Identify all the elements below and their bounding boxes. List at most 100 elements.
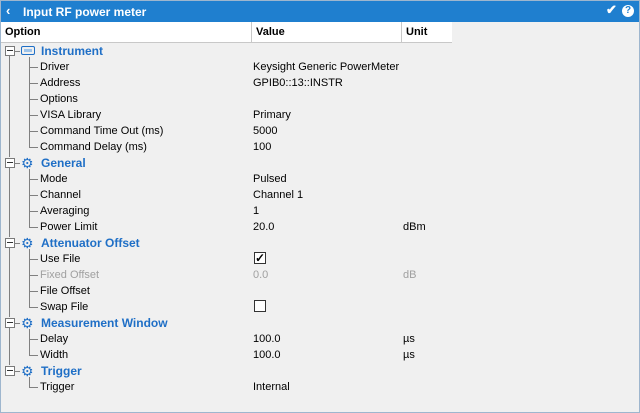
- property-row-mode[interactable]: Mode Pulsed: [1, 171, 452, 187]
- tree-line: [29, 355, 38, 356]
- gear-icon: ⚙: [21, 363, 34, 379]
- property-row-width[interactable]: Width 100.0 µs: [1, 347, 452, 363]
- value-field-driver[interactable]: Keysight Generic PowerMeter: [253, 59, 399, 75]
- tree-line: [29, 115, 38, 116]
- property-label: Mode: [40, 173, 68, 185]
- tree-line: [29, 99, 38, 100]
- property-row-power-limit[interactable]: Power Limit 20.0 dBm: [1, 219, 452, 235]
- tree-line: [29, 329, 30, 355]
- group-row-general[interactable]: ⚙ General: [1, 155, 452, 171]
- unit-label: µs: [403, 349, 415, 361]
- property-row-swap-file[interactable]: Swap File: [1, 299, 452, 315]
- tree-line: [29, 83, 38, 84]
- gear-icon: ⚙: [21, 315, 34, 331]
- property-label: Options: [40, 93, 78, 105]
- group-label: Trigger: [41, 364, 82, 378]
- property-label: Delay: [40, 333, 69, 345]
- property-row-averaging[interactable]: Averaging 1: [1, 203, 452, 219]
- property-label: Channel: [40, 189, 81, 201]
- value-field-delay[interactable]: 100.0: [253, 331, 281, 347]
- tree-line: [29, 179, 38, 180]
- tree-line: [29, 291, 38, 292]
- tree-line: [29, 227, 38, 228]
- property-row-fixed-offset[interactable]: Fixed Offset 0.0 dB: [1, 267, 452, 283]
- tree-line: [14, 371, 20, 372]
- tree-line: [29, 147, 38, 148]
- value-field-visa-library[interactable]: Primary: [253, 107, 291, 123]
- property-grid: Instrument Driver Keysight Generic PowerMe…: [1, 43, 639, 403]
- value-field-averaging[interactable]: 1: [253, 203, 259, 219]
- property-window: ‹ Input RF power meter ✔ ? Option Value …: [0, 0, 640, 413]
- tree-line: [14, 323, 20, 324]
- property-label: Width: [40, 349, 69, 361]
- property-row-file-offset[interactable]: File Offset: [1, 283, 452, 299]
- group-row-attenuator-offset[interactable]: ⚙ Attenuator Offset: [1, 235, 452, 251]
- tree-line: [29, 67, 38, 68]
- group-label: Measurement Window: [41, 316, 168, 330]
- tree-line: [29, 211, 38, 212]
- value-field-channel[interactable]: Channel 1: [253, 187, 303, 203]
- property-row-driver[interactable]: Driver Keysight Generic PowerMeter: [1, 59, 452, 75]
- tree-line: [9, 168, 10, 237]
- checkbox-swap-file[interactable]: [254, 300, 266, 312]
- tree-line: [9, 248, 10, 317]
- property-label: Command Delay (ms): [40, 141, 147, 153]
- column-value[interactable]: Value: [252, 22, 401, 42]
- instrument-icon: [21, 46, 35, 55]
- tree-line: [29, 195, 38, 196]
- check-icon[interactable]: ✔: [606, 2, 617, 18]
- tree-line: [29, 387, 38, 388]
- group-label: General: [41, 156, 86, 170]
- tree-line: [29, 307, 38, 308]
- tree-line: [9, 56, 10, 157]
- property-row-use-file[interactable]: Use File: [1, 250, 452, 267]
- property-label: Driver: [40, 61, 70, 73]
- title-bar: ‹ Input RF power meter ✔ ?: [1, 1, 639, 22]
- value-field-width[interactable]: 100.0: [253, 347, 281, 363]
- column-option[interactable]: Option: [1, 22, 251, 42]
- unit-label: µs: [403, 333, 415, 345]
- value-field-address[interactable]: GPIB0::13::INSTR: [253, 75, 343, 91]
- value-field-fixed-offset: 0.0: [253, 269, 269, 281]
- help-icon[interactable]: ?: [622, 5, 634, 17]
- property-row-command-time-out-ms[interactable]: Command Time Out (ms) 5000: [1, 123, 452, 139]
- property-row-command-delay-ms[interactable]: Command Delay (ms) 100: [1, 139, 452, 155]
- column-header: Option Value Unit: [1, 22, 452, 43]
- column-unit[interactable]: Unit: [402, 22, 452, 42]
- property-row-address[interactable]: Address GPIB0::13::INSTR: [1, 75, 452, 91]
- value-field-power-limit[interactable]: 20.0: [253, 219, 274, 235]
- unit-label: dBm: [403, 221, 426, 233]
- group-row-measurement-window[interactable]: ⚙ Measurement Window: [1, 315, 452, 331]
- tree-line: [29, 131, 38, 132]
- property-label: VISA Library: [40, 109, 102, 121]
- property-label: Use File: [40, 253, 81, 265]
- tree-line: [29, 339, 38, 340]
- gear-icon: ⚙: [21, 235, 34, 251]
- tree-line: [9, 328, 10, 365]
- property-row-channel[interactable]: Channel Channel 1: [1, 187, 452, 203]
- property-label: Trigger: [40, 381, 75, 393]
- property-row-visa-library[interactable]: VISA Library Primary: [1, 107, 452, 123]
- checkbox-use-file[interactable]: [254, 250, 266, 266]
- property-row-options[interactable]: Options: [1, 91, 452, 107]
- property-label: Address: [40, 77, 81, 89]
- property-row-delay[interactable]: Delay 100.0 µs: [1, 331, 452, 347]
- back-arrow-icon[interactable]: ‹: [6, 3, 10, 18]
- tree-line: [29, 169, 30, 227]
- group-row-instrument[interactable]: Instrument: [1, 43, 452, 59]
- gear-icon: ⚙: [21, 155, 34, 171]
- value-field-trigger[interactable]: Internal: [253, 379, 290, 395]
- value-field-command-time-out-ms[interactable]: 5000: [253, 123, 277, 139]
- tree-line: [29, 275, 38, 276]
- tree-line: [14, 243, 20, 244]
- group-row-trigger[interactable]: ⚙ Trigger: [1, 363, 452, 379]
- property-row-trigger[interactable]: Trigger Internal: [1, 379, 452, 395]
- tree-line: [29, 249, 30, 307]
- property-label: Command Time Out (ms): [40, 125, 164, 137]
- value-field-mode[interactable]: Pulsed: [253, 171, 287, 187]
- tree-line: [14, 51, 20, 52]
- tree-line: [29, 57, 30, 147]
- group-label: Instrument: [41, 44, 104, 58]
- unit-label: dB: [403, 269, 417, 281]
- value-field-command-delay-ms[interactable]: 100: [253, 139, 271, 155]
